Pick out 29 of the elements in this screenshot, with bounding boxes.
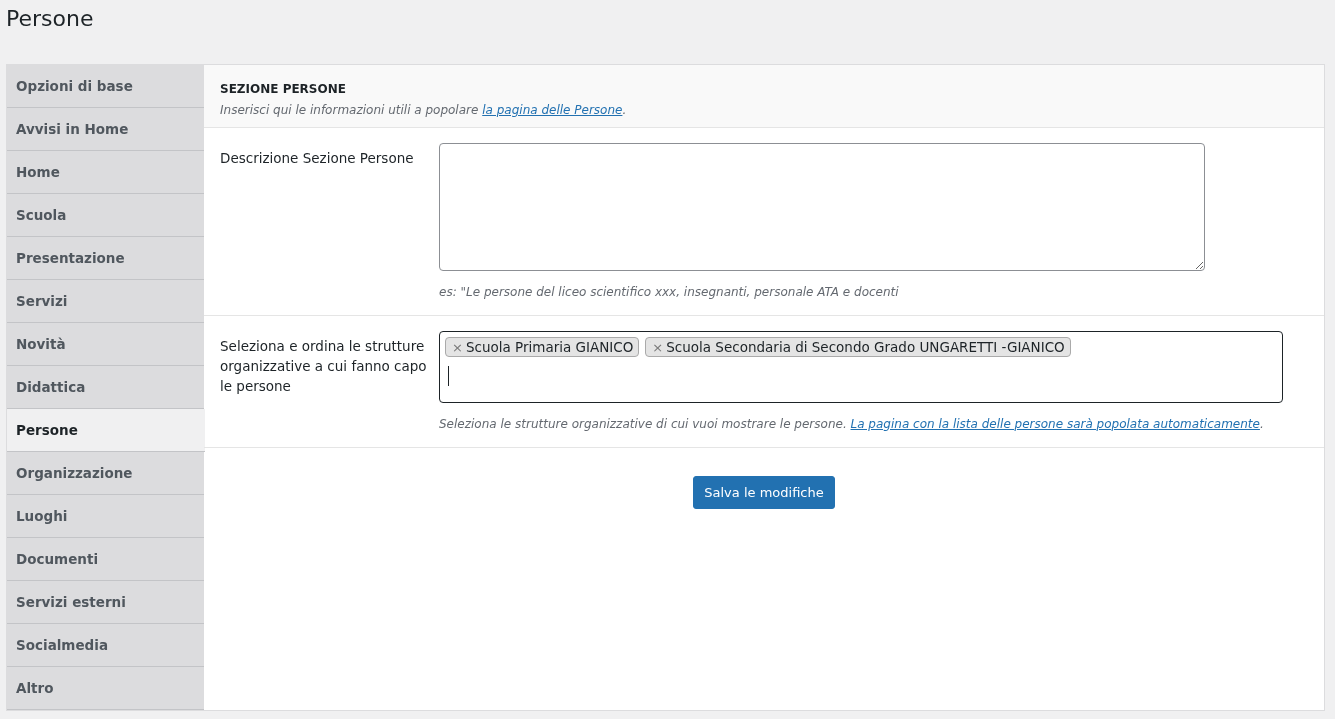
tag-label: Scuola Secondaria di Secondo Grado UNGARETTI -GIANICO <box>666 339 1065 355</box>
page-title: Persone <box>6 6 95 33</box>
persone-list-page-link[interactable]: La pagina con la lista delle persone sarà popolata automaticamente <box>850 417 1260 431</box>
sidebar-tab[interactable]: Altro <box>7 667 204 710</box>
section-title: SEZIONE PERSONE <box>220 82 347 96</box>
sidebar-tab[interactable]: Presentazione <box>7 237 204 280</box>
description-textarea[interactable] <box>439 143 1205 271</box>
section-description: Inserisci qui le informazioni utili a popolare la pagina delle Persone. <box>220 103 628 117</box>
sidebar-tab[interactable]: Avvisi in Home <box>7 108 204 151</box>
remove-tag-button[interactable]: × <box>652 339 664 355</box>
sidebar-tab[interactable]: Socialmedia <box>7 624 204 667</box>
sidebar-tab[interactable]: Luoghi <box>7 495 204 538</box>
sidebar-tab[interactable]: Organizzazione <box>7 452 204 495</box>
sidebar-tab[interactable]: Home <box>7 151 204 194</box>
tags-input-field[interactable]: × Scuola Primaria GIANICO × Scuola Secondaria di Secondo Grado UNGARETTI -GIANICO <box>439 331 1283 403</box>
sidebar-tab[interactable]: Scuola <box>7 194 204 237</box>
sidebar-tab[interactable]: Servizi <box>7 280 204 323</box>
sidebar-tab[interactable]: Servizi esterni <box>7 581 204 624</box>
field-label: Descrizione Sezione Persone <box>220 149 415 168</box>
sidebar-tab[interactable]: Novità <box>7 323 204 366</box>
field-hint: es: "Le persone del liceo scientifico xxx, insegnanti, personale ATA e docenti <box>439 285 900 299</box>
persone-page-link[interactable]: la pagina delle Persone <box>482 103 623 117</box>
remove-tag-button[interactable]: × <box>452 339 463 355</box>
sidebar-tab[interactable]: Documenti <box>7 538 204 581</box>
sidebar-tab[interactable]: Persone <box>7 409 205 452</box>
field-hint: Seleziona le strutture organizzative di cui vuoi mostrare le persone. La pagina con la lista delle persone sarà popolata automaticamente. <box>439 417 1265 431</box>
save-button[interactable]: Salva le modifiche <box>693 476 835 509</box>
tag-label: Scuola Primaria GIANICO <box>465 339 634 355</box>
field-label: Seleziona e ordina le strutture organizzative a cui fanno capo le persone <box>220 337 428 396</box>
